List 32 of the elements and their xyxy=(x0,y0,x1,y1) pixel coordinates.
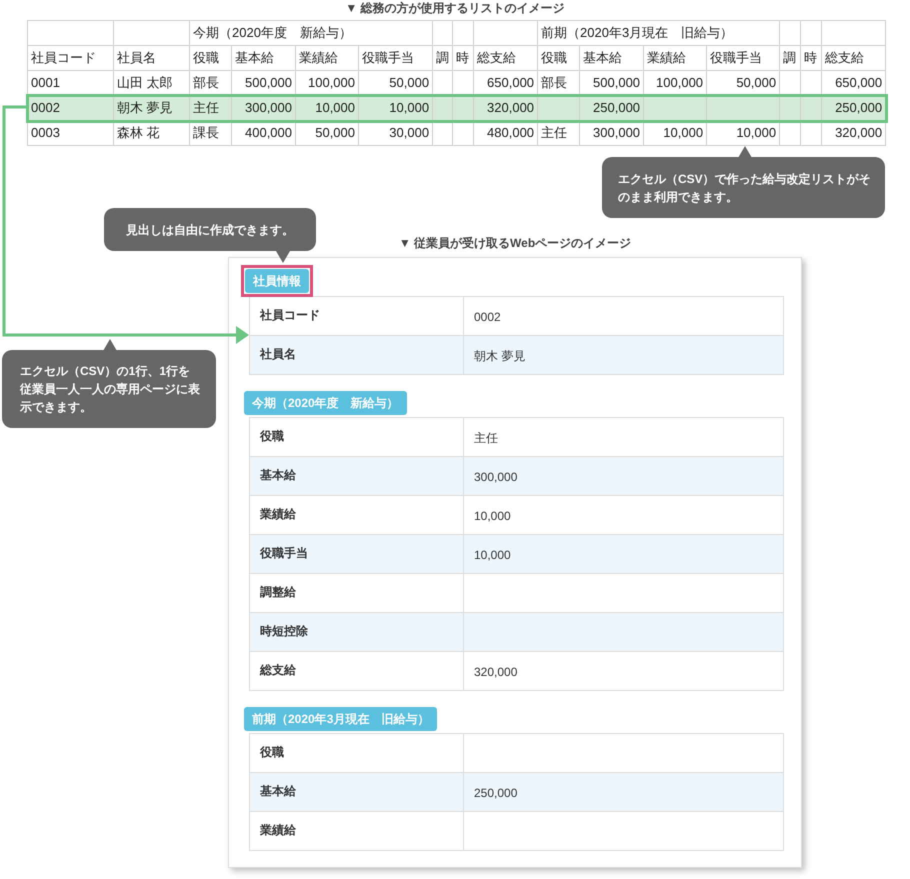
table-row[interactable]: 0002 朝木 夢見 主任 300,000 10,000 10,000 320,000 250,000 250,000 xyxy=(28,96,886,120)
callout-bubble: 見出しは自由に作成できます。 xyxy=(104,208,316,251)
table-cell: 課長 xyxy=(190,120,232,146)
value-cell: 朝木 夢見 xyxy=(464,336,784,375)
table-cell: 森林 花 xyxy=(114,120,190,146)
table-cell: 320,000 xyxy=(822,120,886,146)
pointer-icon xyxy=(738,146,752,158)
label-cell: 社員名 xyxy=(250,336,464,375)
section-heading: 前期（2020年3月現在 旧給与） xyxy=(244,707,438,731)
table-cell: 50,000 xyxy=(296,120,358,146)
sheet-title: ▼ 総務の方が使用するリストのイメージ xyxy=(345,0,565,16)
web-title: ▼ 従業員が受け取るWebページのイメージ xyxy=(398,236,632,250)
table-cell: 300,000 xyxy=(580,120,644,146)
table-cell: 主任 xyxy=(538,120,580,146)
value-cell: 320,000 xyxy=(464,652,784,691)
table-cell: 10,000 xyxy=(644,120,707,146)
section-heading: 社員情報 xyxy=(245,269,309,293)
table-cell: 10,000 xyxy=(706,120,780,146)
group-header-cell: 前期（2020年3月現在 旧給与） xyxy=(538,20,780,46)
table-cell: 480,000 xyxy=(474,120,538,146)
group-header-cell: 今期（2020年度 新給与） xyxy=(190,20,433,46)
table-cell: 400,000 xyxy=(232,120,296,146)
table-cell: 0003 xyxy=(28,120,114,146)
table-cell: 30,000 xyxy=(358,120,433,146)
callout-bubble: エクセル（CSV）で作った給与改定リストがそのまま利用できます。 xyxy=(602,157,885,218)
pointer-icon xyxy=(276,251,290,263)
table-row[interactable]: 0001 山田 太郎 部長 500,000 100,000 50,000 650,000 部長 500,000 100,000 50,000 650,000 xyxy=(28,70,886,96)
pointer-icon xyxy=(103,339,117,351)
callout-bubble: エクセル（CSV）の1行、1行を従業員一人一人の専用ページに表示できます。 xyxy=(2,350,216,428)
label-cell: 業績給 xyxy=(250,812,464,851)
label-cell: 総支給 xyxy=(250,652,464,691)
section-heading: 今期（2020年度 新給与） xyxy=(244,391,407,415)
